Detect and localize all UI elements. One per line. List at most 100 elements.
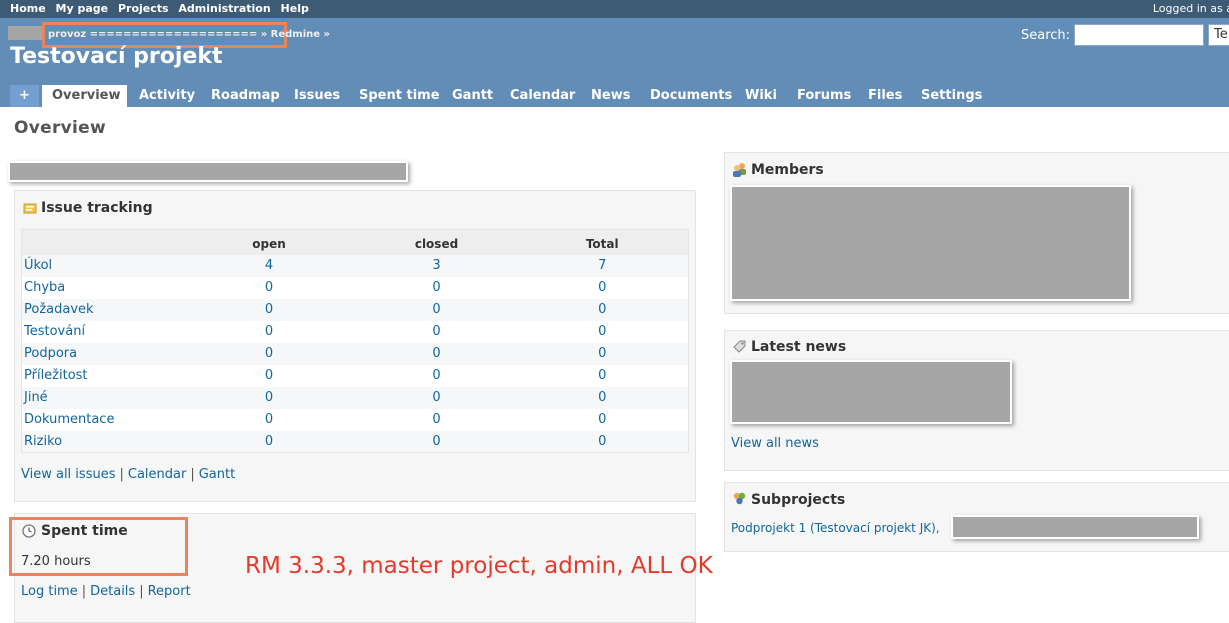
top-menu-nav: Home My page Projects Administration Hel…: [10, 2, 315, 15]
column-header-tracker: [21, 229, 182, 255]
report-link[interactable]: Report: [148, 584, 191, 599]
separator: |: [139, 584, 144, 599]
open-count[interactable]: 0: [181, 386, 357, 409]
top-menu-help[interactable]: Help: [281, 2, 309, 15]
tracker-name[interactable]: Testování: [21, 320, 182, 343]
total-count[interactable]: 0: [516, 386, 689, 409]
search-input[interactable]: [1074, 24, 1204, 46]
separator: |: [81, 584, 87, 599]
top-menu-home[interactable]: Home: [10, 2, 46, 15]
tab-new-object[interactable]: +: [10, 85, 39, 107]
logged-in-as: Logged in as a: [1152, 2, 1229, 15]
redacted-subprojects: [951, 515, 1199, 539]
total-count[interactable]: 7: [516, 254, 689, 277]
tab-overview[interactable]: Overview: [42, 85, 127, 107]
tracker-name[interactable]: Jiné: [21, 386, 182, 409]
closed-count[interactable]: 0: [356, 298, 517, 321]
table-row: Jiné 0 0 0: [21, 386, 689, 409]
open-count[interactable]: 4: [181, 254, 357, 277]
gantt-link[interactable]: Gantt: [199, 467, 235, 482]
tab-calendar[interactable]: Calendar: [510, 85, 575, 107]
column-header-closed: closed: [356, 229, 517, 255]
top-menu-projects[interactable]: Projects: [118, 2, 169, 15]
tracker-name[interactable]: Příležitost: [21, 364, 182, 387]
closed-count[interactable]: 0: [356, 342, 517, 365]
table-row: Podpora 0 0 0: [21, 342, 689, 365]
tab-settings[interactable]: Settings: [921, 85, 982, 107]
subprojects-title: Subprojects: [751, 492, 846, 508]
tab-wiki[interactable]: Wiki: [745, 85, 777, 107]
column-header-total: Total: [516, 229, 689, 255]
spent-time-title: Spent time: [41, 523, 128, 539]
tracker-name[interactable]: Úkol: [21, 254, 182, 277]
separator: |: [119, 467, 124, 482]
spent-time-links: Log time | Details | Report: [21, 584, 191, 599]
members-title: Members: [751, 162, 824, 178]
total-count[interactable]: 0: [516, 298, 689, 321]
tab-spent-time[interactable]: Spent time: [359, 85, 440, 107]
news-tag-icon: [733, 340, 746, 353]
open-count[interactable]: 0: [181, 342, 357, 365]
total-count[interactable]: 0: [516, 408, 689, 431]
calendar-link[interactable]: Calendar: [128, 467, 186, 482]
members-icon: [733, 163, 746, 177]
total-count[interactable]: 0: [516, 320, 689, 343]
tab-gantt[interactable]: Gantt: [452, 85, 493, 107]
top-menu-administration[interactable]: Administration: [178, 2, 270, 15]
tab-files[interactable]: Files: [868, 85, 902, 107]
table-row: Úkol 4 3 7: [21, 254, 689, 277]
subprojects-icon: [733, 492, 746, 505]
closed-count[interactable]: 0: [356, 320, 517, 343]
project-jump-select[interactable]: Te: [1208, 24, 1229, 46]
tab-roadmap[interactable]: Roadmap: [211, 85, 280, 107]
closed-count[interactable]: 0: [356, 276, 517, 299]
spent-time-hours: 7.20 hours: [21, 554, 91, 569]
tab-issues[interactable]: Issues: [294, 85, 340, 107]
issue-tracking-links: View all issues | Calendar | Gantt: [21, 467, 235, 482]
tab-activity[interactable]: Activity: [139, 85, 195, 107]
tracker-name[interactable]: Požadavek: [21, 298, 182, 321]
table-header-row: open closed Total: [21, 229, 689, 255]
details-link[interactable]: Details: [90, 584, 135, 599]
open-count[interactable]: 0: [181, 298, 357, 321]
total-count[interactable]: 0: [516, 364, 689, 387]
tracker-name[interactable]: Chyba: [21, 276, 182, 299]
closed-count[interactable]: 0: [356, 386, 517, 409]
top-menu: Home My page Projects Administration Hel…: [0, 0, 1229, 18]
open-count[interactable]: 0: [181, 408, 357, 431]
tracker-name[interactable]: Dokumentace: [21, 408, 182, 431]
table-row: Testování 0 0 0: [21, 320, 689, 343]
search-label: Search:: [1021, 28, 1071, 43]
total-count[interactable]: 0: [516, 342, 689, 365]
table-row: Příležitost 0 0 0: [21, 364, 689, 387]
open-count[interactable]: 0: [181, 320, 357, 343]
closed-count[interactable]: 0: [356, 430, 517, 453]
tracker-name[interactable]: Riziko: [21, 430, 182, 453]
project-title: Testovací projekt: [10, 44, 223, 69]
page-title: Overview: [14, 118, 106, 138]
total-count[interactable]: 0: [516, 276, 689, 299]
view-all-issues-link[interactable]: View all issues: [21, 467, 115, 482]
redacted-members-list: [730, 185, 1131, 301]
tab-news[interactable]: News: [591, 85, 630, 107]
view-all-news-link[interactable]: View all news: [731, 436, 819, 451]
total-count[interactable]: 0: [516, 430, 689, 453]
top-menu-my-page[interactable]: My page: [56, 2, 109, 15]
open-count[interactable]: 0: [181, 364, 357, 387]
subproject-link[interactable]: Podprojekt 1 (Testovací projekt JK),: [731, 521, 940, 535]
open-count[interactable]: 0: [181, 276, 357, 299]
tracker-name[interactable]: Podpora: [21, 342, 182, 365]
table-row: Riziko 0 0 0: [21, 430, 689, 453]
tab-forums[interactable]: Forums: [797, 85, 851, 107]
log-time-link[interactable]: Log time: [21, 584, 78, 599]
issue-tracking-table: open closed Total Úkol 4 3 7 Chyba 0 0 0…: [21, 229, 689, 453]
issue-tracking-icon: [23, 203, 37, 214]
redacted-news-list: [730, 360, 1012, 424]
open-count[interactable]: 0: [181, 430, 357, 453]
clock-icon: [22, 524, 36, 538]
closed-count[interactable]: 0: [356, 364, 517, 387]
closed-count[interactable]: 0: [356, 408, 517, 431]
tab-documents[interactable]: Documents: [650, 85, 732, 107]
closed-count[interactable]: 3: [356, 254, 517, 277]
table-row: Dokumentace 0 0 0: [21, 408, 689, 431]
